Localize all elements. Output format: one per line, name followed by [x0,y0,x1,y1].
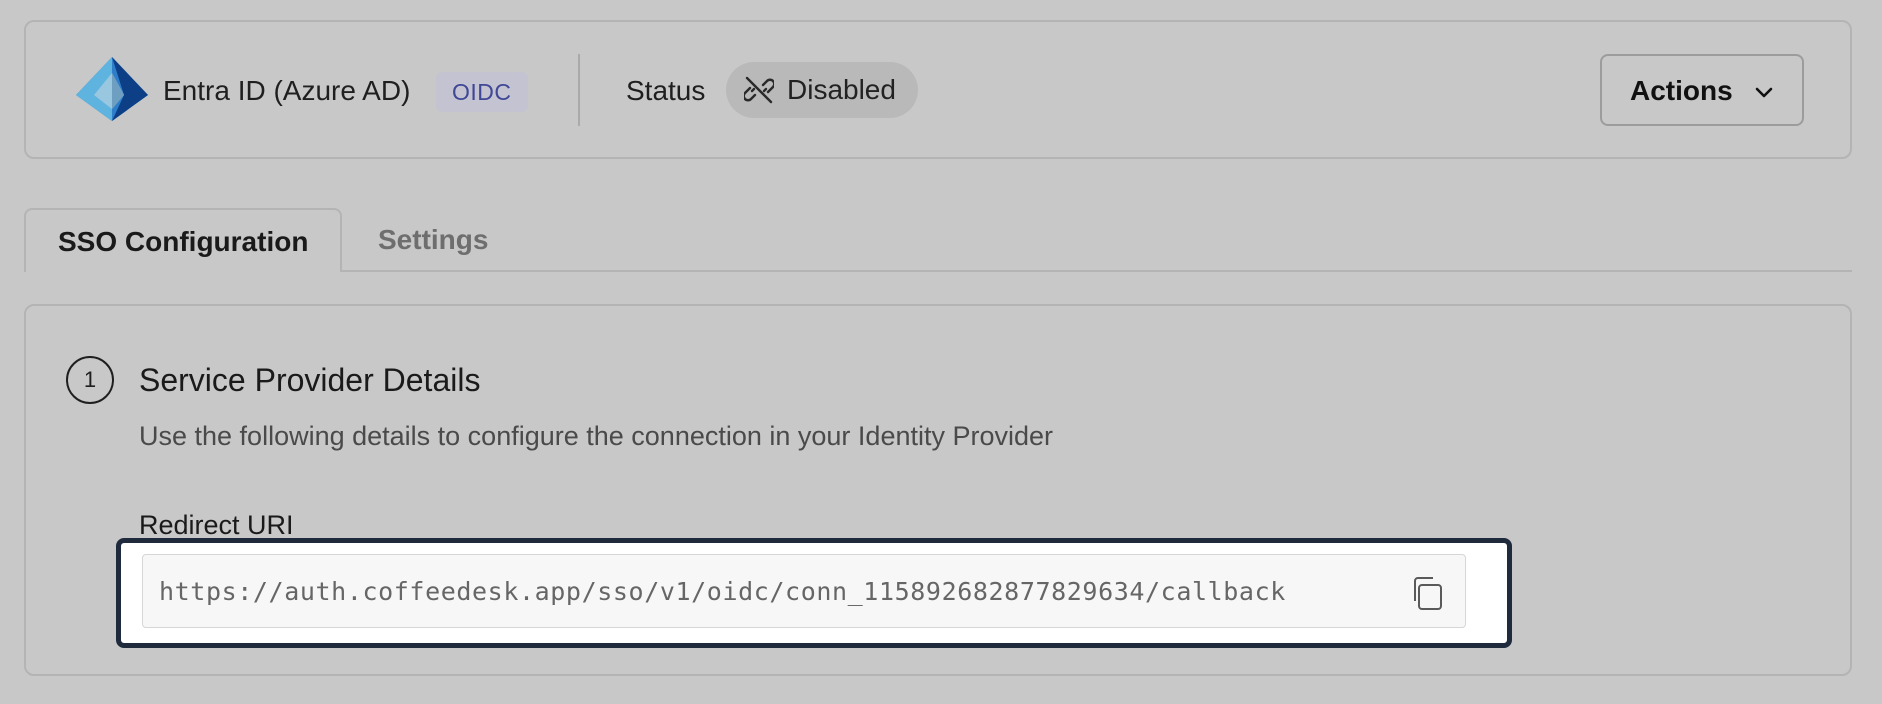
step-number: 1 [66,356,114,404]
redirect-uri-label: Redirect URI [139,510,294,540]
unlink-icon [744,76,774,104]
sso-configuration-panel: 1 Service Provider Details Use the follo… [24,304,1852,676]
section-title: Service Provider Details [139,362,481,398]
copy-icon[interactable] [1407,573,1447,613]
provider-name: Entra ID (Azure AD) [163,75,411,106]
chevron-down-icon [1755,87,1773,98]
redirect-uri-focus-ring: https://auth.coffeedesk.app/sso/v1/oidc/… [116,538,1512,648]
actions-button-label: Actions [1630,75,1733,106]
tab-sso-configuration[interactable]: SSO Configuration [24,208,342,272]
section-description: Use the following details to configure t… [139,421,1054,451]
redirect-uri-value[interactable]: https://auth.coffeedesk.app/sso/v1/oidc/… [159,573,1286,611]
status-label: Status [626,75,706,106]
status-badge: Disabled [726,62,918,118]
status-value: Disabled [787,74,896,105]
connection-header: Entra ID (Azure AD) OIDC Status Disabled… [24,20,1852,159]
tab-settings[interactable]: Settings [378,222,488,258]
redirect-uri-field[interactable]: https://auth.coffeedesk.app/sso/v1/oidc/… [142,554,1466,628]
actions-button[interactable]: Actions [1600,54,1804,126]
protocol-badge: OIDC [436,72,528,112]
header-divider [578,54,580,126]
azure-ad-logo [76,57,148,121]
tab-label: SSO Configuration [58,226,309,257]
